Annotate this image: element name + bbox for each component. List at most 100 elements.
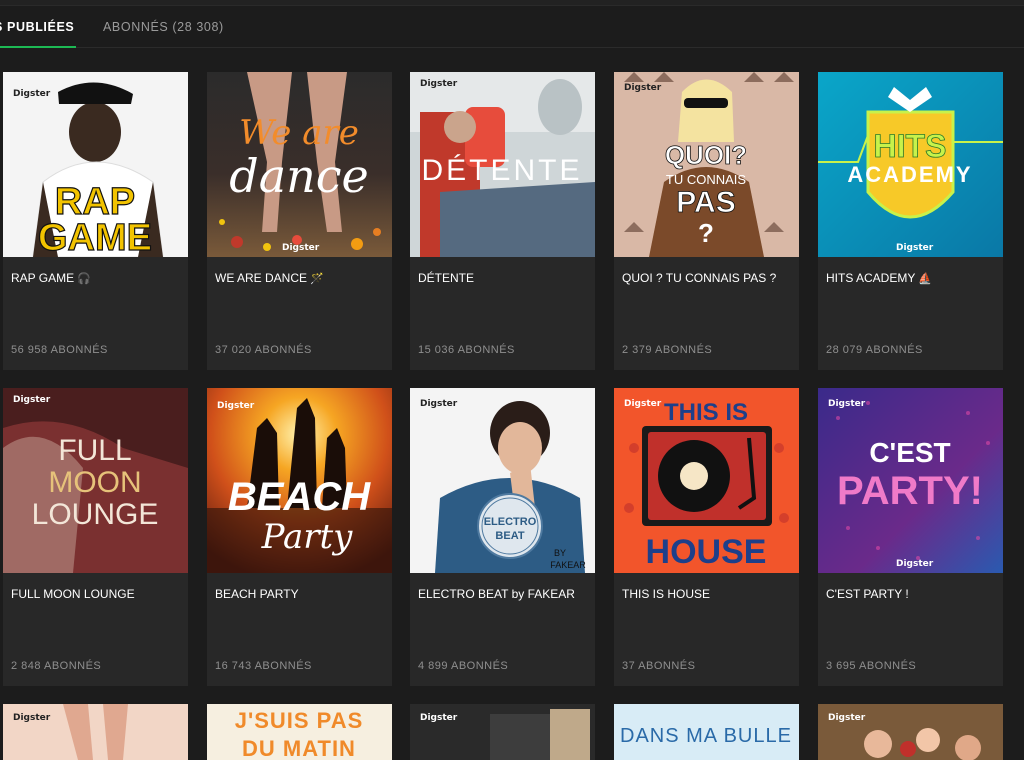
playlist-card-partial[interactable]: Digster [410,704,595,760]
playlist-cover[interactable]: DANS MA BULLE [614,704,799,760]
cover-title-line2: GAME [38,217,152,257]
playlist-card-we-are-dance[interactable]: We are dance Digster WE ARE DANCE 🪄 37 02… [207,72,392,370]
cover-title-line4: FAKEAR [550,560,586,570]
tab-published[interactable]: S PUBLIÉES [0,20,77,48]
playlist-card-cest-party[interactable]: Digster C'EST PARTY! Digster C'EST PARTY… [818,388,1003,686]
cover-title-line1: FULL [58,434,131,467]
digster-logo: Digster [217,401,255,411]
cover-title-line3: LOUNGE [32,498,159,531]
playlist-cover[interactable]: Digster [410,704,595,760]
playlist-title[interactable]: RAP GAME 🎧 [11,271,91,285]
playlist-cover[interactable]: Digster ELECTRO BEAT BY FAKEAR [410,388,595,573]
digster-logo: Digster [624,83,662,93]
playlist-card-dans-ma-bulle[interactable]: DANS MA BULLE [614,704,799,760]
playlist-title[interactable]: HITS ACADEMY ⛵ [826,271,932,285]
digster-logo: Digster [13,395,51,405]
digster-logo: Digster [420,713,458,723]
playlist-subscribers: 2 848 ABONNÉS [11,660,102,672]
playlist-title-text: BEACH PARTY [215,587,299,601]
playlist-card-hits-academy[interactable]: HITS ACADEMY Digster HITS ACADEMY ⛵ 28 07… [818,72,1003,370]
playlist-title[interactable]: C'EST PARTY ! [826,587,909,601]
playlist-card-jsuis-pas-du-matin[interactable]: J'SUIS PAS DU MATIN [207,704,392,760]
playlist-subscribers: 37 020 ABONNÉS [215,344,312,356]
playlist-subscribers: 28 079 ABONNÉS [826,344,923,356]
playlist-cover[interactable]: Digster [818,704,1003,760]
cover-title-line2: TU CONNAIS [666,172,747,187]
playlist-card-detente[interactable]: Digster DÉTENTE DÉTENTE 15 036 ABONNÉS [410,72,595,370]
cover-title-line2: Party [261,517,354,557]
cover-title-line1: BEACH [228,475,371,519]
playlist-title-text: FULL MOON LOUNGE [11,587,135,601]
cover-title-line3: BY [554,548,566,558]
cover-title-line4: ? [698,218,714,248]
playlist-cover[interactable]: Digster RAP GAME [3,72,188,257]
playlist-cover[interactable]: HITS ACADEMY Digster [818,72,1003,257]
cover-title-line3: PAS [676,186,735,219]
playlist-cover[interactable]: J'SUIS PAS DU MATIN [207,704,392,760]
cover-title-line2: PARTY! [837,469,983,513]
playlist-title[interactable]: FULL MOON LOUNGE [11,587,135,601]
digster-logo: Digster [282,243,320,253]
playlist-card-quoi-tu-connais-pas[interactable]: Digster QUOI? TU CONNAIS PAS ? QUOI ? TU… [614,72,799,370]
digster-logo: Digster [896,243,934,253]
cover-title-line1: THIS IS [664,399,748,426]
playlist-title-text: HITS ACADEMY [826,271,916,285]
magic-wand-icon: 🪄 [310,273,324,285]
playlist-card-beach-party[interactable]: Digster BEACH Party BEACH PARTY 16 743 A… [207,388,392,686]
digster-logo: Digster [420,79,458,89]
digster-logo: Digster [896,559,934,569]
playlist-title-text: WE ARE DANCE [215,271,308,285]
cover-title-line2: DU MATIN [242,736,356,760]
playlist-subscribers: 37 ABONNÉS [622,660,696,672]
playlist-title-text: DÉTENTE [418,271,475,285]
tab-bar: S PUBLIÉES ABONNÉS (28 308) [0,6,1024,48]
cover-title-line1: We are [239,113,359,153]
playlist-cover[interactable]: We are dance Digster [207,72,392,257]
playlist-title-text: RAP GAME [11,271,75,285]
cover-title-line1: DÉTENTE [421,154,582,187]
playlist-title[interactable]: WE ARE DANCE 🪄 [215,271,324,285]
headphones-icon: 🎧 [77,273,91,285]
cover-title-line1: HITS [874,128,947,164]
cover-title-line1: C'EST [869,437,950,468]
playlist-cover[interactable]: Digster FULL MOON LOUNGE [3,388,188,573]
playlist-title[interactable]: ELECTRO BEAT by FAKEAR [418,587,575,601]
tab-followers[interactable]: ABONNÉS (28 308) [103,20,224,34]
digster-logo: Digster [828,713,866,723]
playlist-cover[interactable]: Digster QUOI? TU CONNAIS PAS ? [614,72,799,257]
cover-title-line1: QUOI? [665,140,747,170]
playlist-cover[interactable]: Digster DÉTENTE [410,72,595,257]
playlist-subscribers: 15 036 ABONNÉS [418,344,515,356]
cover-title-line1: ELECTRO [484,516,537,528]
playlist-title-text: QUOI ? TU CONNAIS PAS ? [622,271,777,285]
playlist-card-this-is-house[interactable]: Digster THIS IS HOUSE THIS IS HOUSE 37 A… [614,388,799,686]
playlist-title-text: C'EST PARTY ! [826,587,909,601]
playlist-subscribers: 16 743 ABONNÉS [215,660,312,672]
playlist-cover[interactable]: Digster C'EST PARTY! Digster [818,388,1003,573]
playlist-card-rap-game[interactable]: Digster RAP GAME RAP GAME 🎧 56 958 ABONNÉ… [3,72,188,370]
playlist-card-partial[interactable]: Digster [818,704,1003,760]
playlist-title[interactable]: THIS IS HOUSE [622,587,710,601]
cover-title-line2: ACADEMY [847,162,972,187]
playlist-card-electro-beat[interactable]: Digster ELECTRO BEAT BY FAKEAR ELECTRO B… [410,388,595,686]
playlist-cover[interactable]: Digster [3,704,188,760]
playlist-cover[interactable]: Digster THIS IS HOUSE [614,388,799,573]
digster-logo: Digster [420,399,458,409]
playlist-cover[interactable]: Digster BEACH Party [207,388,392,573]
playlist-title[interactable]: QUOI ? TU CONNAIS PAS ? [622,271,776,285]
digster-logo: Digster [13,89,51,99]
cover-title-line2: dance [229,149,368,203]
digster-logo: Digster [828,399,866,409]
playlist-card-partial[interactable]: Digster [3,704,188,760]
playlist-title[interactable]: BEACH PARTY [215,587,299,601]
cover-title-line2: BEAT [495,530,524,542]
playlist-subscribers: 3 695 ABONNÉS [826,660,917,672]
playlist-title-text: THIS IS HOUSE [622,587,711,601]
digster-logo: Digster [624,399,662,409]
playlist-subscribers: 4 899 ABONNÉS [418,660,509,672]
playlist-subscribers: 2 379 ABONNÉS [622,344,713,356]
cover-title-line1: DANS MA BULLE [620,725,792,747]
cover-title-line2: HOUSE [646,533,767,571]
playlist-card-full-moon-lounge[interactable]: Digster FULL MOON LOUNGE FULL MOON LOUNG… [3,388,188,686]
playlist-title[interactable]: DÉTENTE [418,271,474,285]
